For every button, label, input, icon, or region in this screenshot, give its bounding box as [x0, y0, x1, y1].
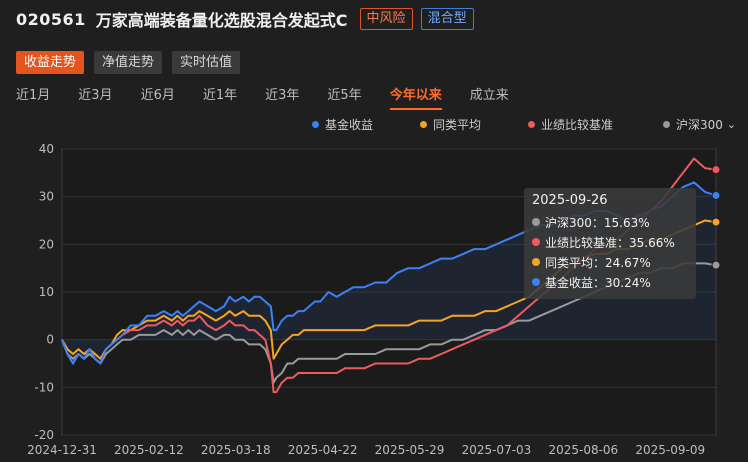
x-tick-label: 2025-03-18: [201, 443, 271, 457]
tooltip-row-benchmark: 业绩比较基准：35.66%: [532, 232, 688, 252]
tooltip-value: 基金收益：30.24%: [545, 275, 651, 290]
tooltip-value: 沪深300：15.63%: [545, 215, 650, 230]
y-tick-label: 20: [39, 237, 54, 251]
tooltip-dot: [532, 258, 540, 266]
x-tick-label: 2024-12-31: [27, 443, 97, 457]
series-end-point: [711, 217, 721, 227]
x-tick-label: 2025-07-03: [462, 443, 532, 457]
tooltip-row-fund-return: 基金收益：30.24%: [532, 272, 688, 292]
x-tick-label: 2025-08-06: [548, 443, 618, 457]
x-tick-label: 2025-04-22: [288, 443, 358, 457]
y-tick-label: -10: [34, 380, 54, 394]
y-tick-label: 40: [39, 142, 54, 156]
x-tick-label: 2025-05-29: [375, 443, 445, 457]
y-tick-label: 10: [39, 285, 54, 299]
series-end-point: [711, 165, 721, 175]
tooltip-dot: [532, 218, 540, 226]
tooltip-dot: [532, 278, 540, 286]
tooltip-date: 2025-09-26: [532, 193, 608, 208]
y-tick-label: -20: [34, 428, 54, 442]
tooltip-row-csi300: 沪深300：15.63%: [532, 212, 688, 232]
tooltip-dot: [532, 238, 540, 246]
x-tick-label: 2025-09-09: [635, 443, 705, 457]
tooltip-row-peer-average: 同类平均：24.67%: [532, 252, 688, 272]
tooltip-value: 业绩比较基准：35.66%: [545, 235, 675, 250]
tooltip-value: 同类平均：24.67%: [545, 255, 651, 270]
x-tick-label: 2025-02-12: [114, 443, 184, 457]
y-tick-label: 30: [39, 190, 54, 204]
chart-tooltip: 2025-09-26 沪深300：15.63% 业绩比较基准：35.66% 同类…: [524, 188, 696, 299]
series-end-point: [711, 191, 721, 201]
series-end-point: [711, 260, 721, 270]
y-tick-label: 0: [46, 333, 54, 347]
